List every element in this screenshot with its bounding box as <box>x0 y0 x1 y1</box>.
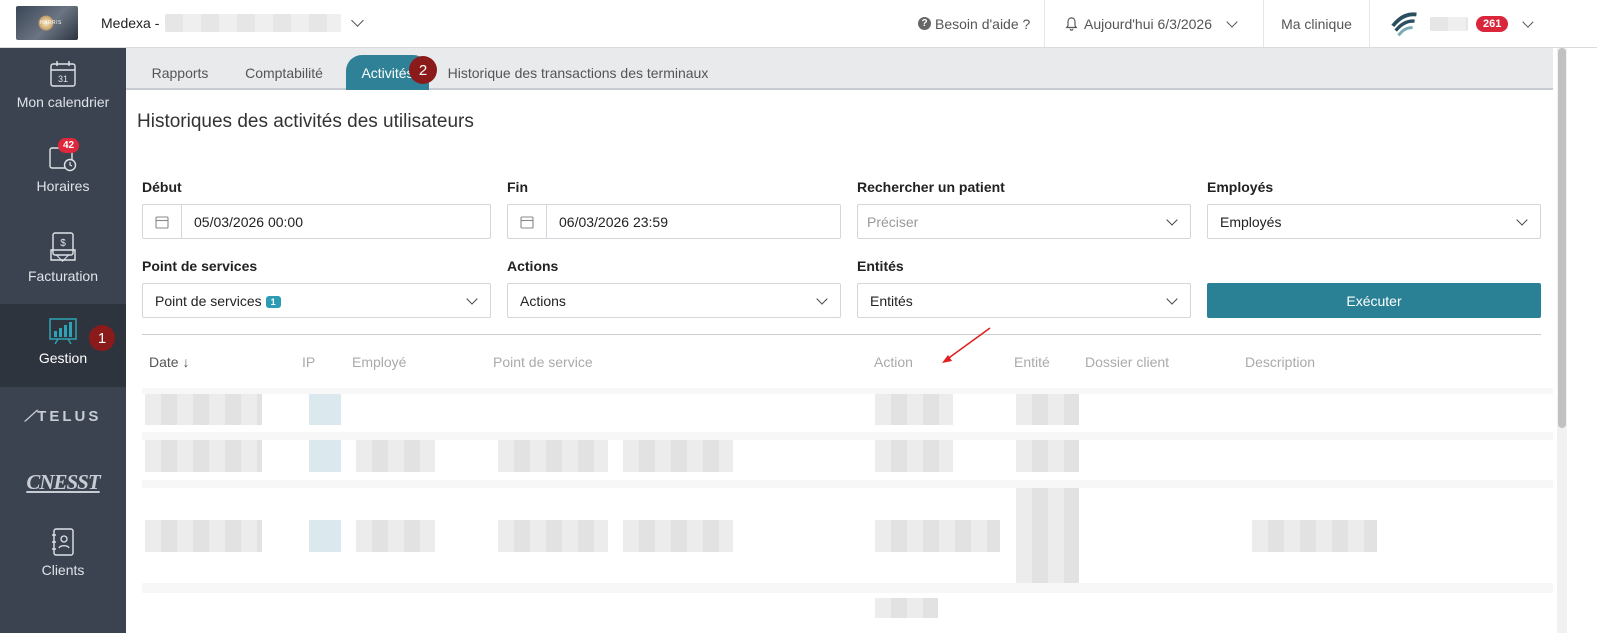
column-header-client-file[interactable]: Dossier client <box>1085 354 1169 370</box>
patient-search-placeholder: Préciser <box>867 213 919 230</box>
end-date-field[interactable]: 06/03/2026 23:59 <box>507 204 841 239</box>
sidebar-item-label: Gestion <box>38 350 88 366</box>
chevron-down-icon <box>466 293 478 305</box>
today-date-selector[interactable]: Aujourd'hui 6/3/2026 <box>1044 0 1263 47</box>
chevron-down-icon <box>351 14 365 27</box>
vertical-scrollbar[interactable] <box>1557 48 1567 633</box>
schedules-badge: 42 <box>58 138 80 153</box>
sidebar-item-label: Mon calendrier <box>16 94 110 110</box>
page-title: Historiques des activités des utilisateu… <box>137 111 474 132</box>
row-divider <box>142 432 1553 440</box>
column-header-entity[interactable]: Entité <box>1014 354 1050 370</box>
column-header-date[interactable]: Date ↓ <box>149 354 189 370</box>
column-header-description[interactable]: Description <box>1245 354 1315 370</box>
tab-bar: Rapports Comptabilité Activités Historiq… <box>126 48 1553 90</box>
patient-search-select[interactable]: Préciser <box>857 204 1191 239</box>
service-point-label: Point de services <box>142 258 258 274</box>
column-header-service-point[interactable]: Point de service <box>493 354 593 370</box>
question-icon: ? <box>918 17 931 30</box>
chevron-down-icon <box>816 293 828 305</box>
tab-terminal-transactions[interactable]: Historique des transactions des terminau… <box>442 55 714 90</box>
column-header-employee[interactable]: Employé <box>352 354 406 370</box>
sidebar-item-billing[interactable]: $ Facturation <box>0 232 126 294</box>
calendar-icon[interactable] <box>508 205 547 238</box>
column-header-action[interactable]: Action <box>874 354 913 370</box>
actions-label: Actions <box>507 258 559 274</box>
employees-select[interactable]: Employés <box>1207 204 1541 239</box>
chevron-down-icon <box>1522 15 1534 28</box>
employees-value: Employés <box>1220 213 1282 230</box>
clinic-name-redacted <box>165 14 342 32</box>
sidebar-item-schedules[interactable]: Horaires <box>0 144 126 204</box>
notification-badge: 261 <box>1476 15 1509 32</box>
sidebar-item-label: Clients <box>41 562 85 578</box>
actions-value: Actions <box>520 292 566 309</box>
svg-text:31: 31 <box>58 74 68 84</box>
start-date-value: 05/03/2026 00:00 <box>194 213 303 230</box>
management-chart-icon <box>49 318 77 344</box>
entities-select[interactable]: Entités <box>857 283 1191 318</box>
user-menu[interactable]: 261 <box>1369 0 1548 47</box>
user-avatar-icon <box>1391 11 1417 36</box>
my-clinic-label: Ma clinique <box>1281 15 1352 32</box>
column-header-ip[interactable]: IP <box>302 354 315 370</box>
annotation-arrow-icon <box>942 327 991 363</box>
entities-label: Entités <box>857 258 904 274</box>
clinic-selector[interactable]: Medexa - <box>101 14 365 32</box>
svg-text:$: $ <box>60 238 66 249</box>
step-badge-1: 1 <box>89 325 115 351</box>
user-name-redacted <box>1430 16 1469 31</box>
row-divider <box>142 480 1553 488</box>
divider <box>142 334 1541 335</box>
service-point-count: 1 <box>265 295 281 308</box>
tab-reports[interactable]: Rapports <box>140 55 220 90</box>
chevron-down-icon <box>1166 293 1178 305</box>
actions-select[interactable]: Actions <box>507 283 841 318</box>
calendar-icon[interactable] <box>143 205 182 238</box>
patient-search-label: Rechercher un patient <box>857 179 1005 195</box>
sidebar: 31 Mon calendrier Horaires 42 $ Facturat… <box>0 48 126 633</box>
app-logo[interactable]: HARRIS <box>16 6 78 40</box>
calendar-icon: 31 <box>50 61 76 87</box>
cnesst-logo[interactable]: CNESST <box>0 470 126 495</box>
step-badge-2: 2 <box>409 56 437 84</box>
billing-icon: $ <box>50 232 76 261</box>
scrollbar-thumb[interactable] <box>1558 48 1566 428</box>
help-label: Besoin d'aide ? <box>935 15 1031 32</box>
bell-icon <box>1065 16 1078 31</box>
end-label: Fin <box>507 179 528 195</box>
employees-label: Employés <box>1207 179 1274 195</box>
tab-accounting[interactable]: Comptabilité <box>234 55 334 90</box>
sidebar-item-label: Facturation <box>27 268 99 284</box>
row-divider <box>142 388 1553 394</box>
service-point-select[interactable]: Point de services 1 <box>142 283 491 318</box>
chevron-down-icon <box>1226 15 1238 28</box>
clients-icon <box>52 528 74 556</box>
app-name: Medexa - <box>101 15 160 31</box>
help-link[interactable]: ? Besoin d'aide ? <box>902 0 1046 47</box>
start-label: Début <box>142 179 182 195</box>
telus-logo[interactable]: ⟋ TELUS <box>0 408 126 425</box>
sidebar-item-label: Horaires <box>36 178 90 194</box>
today-label: Aujourd'hui 6/3/2026 <box>1084 15 1212 32</box>
end-date-value: 06/03/2026 23:59 <box>559 213 668 230</box>
sidebar-item-calendar[interactable]: 31 Mon calendrier <box>0 60 126 130</box>
entities-value: Entités <box>870 292 913 309</box>
row-divider <box>142 583 1553 593</box>
chevron-down-icon <box>1166 214 1178 226</box>
sort-arrow-down-icon: ↓ <box>182 354 190 370</box>
my-clinic-link[interactable]: Ma clinique <box>1263 0 1369 47</box>
top-bar: HARRIS Medexa - ? Besoin d'aide ? Aujour… <box>0 0 1597 48</box>
service-point-value: Point de services <box>155 292 262 309</box>
sidebar-item-clients[interactable]: Clients <box>0 528 126 588</box>
start-date-field[interactable]: 05/03/2026 00:00 <box>142 204 491 239</box>
chevron-down-icon <box>1516 214 1528 226</box>
execute-button[interactable]: Exécuter <box>1207 283 1541 318</box>
